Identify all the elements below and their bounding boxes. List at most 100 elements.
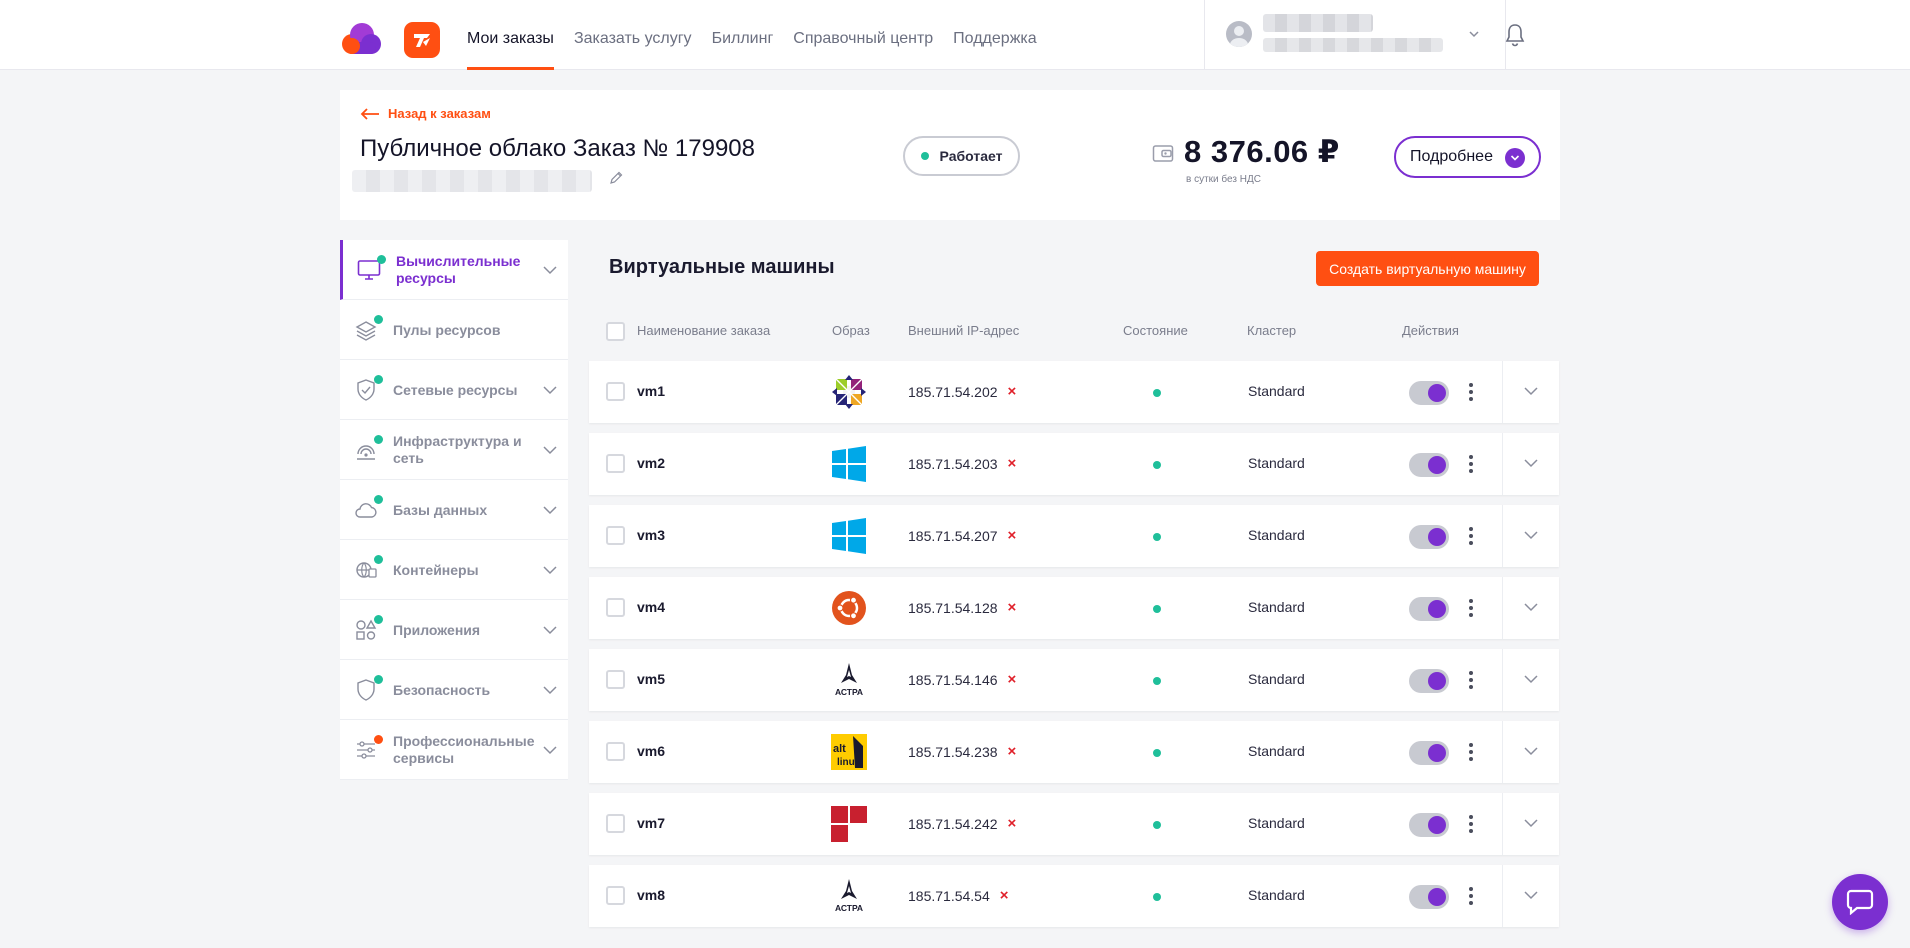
remove-ip-icon[interactable]: × bbox=[1008, 455, 1017, 472]
details-button[interactable]: Подробнее bbox=[1394, 136, 1541, 178]
chevron-down-icon[interactable] bbox=[1523, 889, 1539, 901]
vm-name[interactable]: vm2 bbox=[637, 455, 665, 471]
table-row[interactable]: vm5 АСТРА 185.71.54.146 × Standard bbox=[589, 649, 1559, 711]
table-row[interactable]: vm7 185.71.54.242 × Standard bbox=[589, 793, 1559, 855]
table-row[interactable]: vm1 185.71.54.202 × Standard bbox=[589, 361, 1559, 423]
table-row[interactable]: vm3 185.71.54.207 × Standard bbox=[589, 505, 1559, 567]
chevron-down-icon[interactable] bbox=[542, 684, 558, 696]
chevron-down-icon[interactable] bbox=[542, 384, 558, 396]
more-vertical-icon[interactable] bbox=[1466, 885, 1476, 907]
ip-value: 185.71.54.202 bbox=[908, 383, 998, 400]
vm-name[interactable]: vm8 bbox=[637, 887, 665, 903]
chevron-down-icon[interactable] bbox=[542, 504, 558, 516]
sidebar-item-resource-pools[interactable]: Пулы ресурсов bbox=[340, 300, 568, 360]
more-vertical-icon[interactable] bbox=[1466, 453, 1476, 475]
column-header-name[interactable]: Наименование заказа bbox=[637, 323, 770, 338]
power-toggle[interactable] bbox=[1409, 597, 1449, 621]
sidebar-item-compute[interactable]: Вычислительные ресурсы bbox=[340, 240, 568, 300]
status-dot-icon bbox=[374, 735, 383, 744]
remove-ip-icon[interactable]: × bbox=[1008, 383, 1017, 400]
nav-help-center[interactable]: Справочный центр bbox=[793, 0, 933, 70]
user-menu[interactable] bbox=[1204, 0, 1506, 70]
nav-support[interactable]: Поддержка bbox=[953, 0, 1036, 70]
row-checkbox[interactable] bbox=[606, 382, 625, 401]
pencil-icon[interactable] bbox=[608, 170, 624, 186]
more-vertical-icon[interactable] bbox=[1466, 597, 1476, 619]
sidebar-item-infrastructure[interactable]: Инфраструктура и сеть bbox=[340, 420, 568, 480]
remove-ip-icon[interactable]: × bbox=[1008, 599, 1017, 616]
power-toggle[interactable] bbox=[1409, 813, 1449, 837]
chevron-down-icon[interactable] bbox=[1523, 745, 1539, 757]
select-all-checkbox[interactable] bbox=[606, 322, 625, 341]
table-row[interactable]: vm2 185.71.54.203 × Standard bbox=[589, 433, 1559, 495]
row-checkbox[interactable] bbox=[606, 742, 625, 761]
sidebar-item-applications[interactable]: Приложения bbox=[340, 600, 568, 660]
row-checkbox[interactable] bbox=[606, 598, 625, 617]
table-row[interactable]: vm8 АСТРА 185.71.54.54 × Standard bbox=[589, 865, 1559, 927]
vm-name[interactable]: vm4 bbox=[637, 599, 665, 615]
table-row[interactable]: vm4 185.71.54.128 × Standard bbox=[589, 577, 1559, 639]
ip-address: 185.71.54.54 × bbox=[908, 887, 1009, 904]
remove-ip-icon[interactable]: × bbox=[1008, 671, 1017, 688]
row-checkbox[interactable] bbox=[606, 526, 625, 545]
remove-ip-icon[interactable]: × bbox=[1000, 887, 1009, 904]
power-toggle[interactable] bbox=[1409, 741, 1449, 765]
chevron-down-icon[interactable] bbox=[542, 624, 558, 636]
cluster-name: Standard bbox=[1248, 887, 1305, 903]
vm-name[interactable]: vm3 bbox=[637, 527, 665, 543]
chevron-down-icon[interactable] bbox=[542, 744, 558, 756]
more-vertical-icon[interactable] bbox=[1466, 525, 1476, 547]
table-row[interactable]: vm6 alt linux 185.71.54.238 × Standard bbox=[589, 721, 1559, 783]
chevron-down-icon[interactable] bbox=[1523, 457, 1539, 469]
power-toggle[interactable] bbox=[1409, 525, 1449, 549]
vm-name[interactable]: vm5 bbox=[637, 671, 665, 687]
column-header-actions: Действия bbox=[1402, 323, 1459, 338]
power-toggle[interactable] bbox=[1409, 453, 1449, 477]
vm-name[interactable]: vm7 bbox=[637, 815, 665, 831]
section-title: Виртуальные машины bbox=[609, 256, 835, 278]
chevron-down-icon[interactable] bbox=[1468, 28, 1480, 40]
remove-ip-icon[interactable]: × bbox=[1008, 815, 1017, 832]
sidebar-item-security[interactable]: Безопасность bbox=[340, 660, 568, 720]
row-checkbox[interactable] bbox=[606, 814, 625, 833]
sidebar-item-databases[interactable]: Базы данных bbox=[340, 480, 568, 540]
top-navigation: Мои заказы Заказать услугу Биллинг Справ… bbox=[0, 0, 1910, 70]
bell-icon[interactable] bbox=[1503, 22, 1527, 48]
more-vertical-icon[interactable] bbox=[1466, 669, 1476, 691]
chevron-down-icon[interactable] bbox=[542, 444, 558, 456]
chevron-down-icon[interactable] bbox=[1523, 601, 1539, 613]
vm-name[interactable]: vm1 bbox=[637, 383, 665, 399]
chevron-down-icon[interactable] bbox=[1523, 673, 1539, 685]
power-toggle[interactable] bbox=[1409, 885, 1449, 909]
sidebar-item-network-resources[interactable]: Сетевые ресурсы bbox=[340, 360, 568, 420]
sidebar-item-professional-services[interactable]: Профессиональные сервисы bbox=[340, 720, 568, 780]
svg-text:alt: alt bbox=[833, 743, 846, 755]
more-vertical-icon[interactable] bbox=[1466, 813, 1476, 835]
chevron-down-icon[interactable] bbox=[1523, 385, 1539, 397]
create-vm-button[interactable]: Создать виртуальную машину bbox=[1316, 251, 1539, 286]
more-vertical-icon[interactable] bbox=[1466, 381, 1476, 403]
avatar bbox=[1226, 21, 1252, 47]
more-vertical-icon[interactable] bbox=[1466, 741, 1476, 763]
chevron-down-icon[interactable] bbox=[1523, 529, 1539, 541]
nav-my-orders[interactable]: Мои заказы bbox=[467, 0, 554, 70]
power-toggle[interactable] bbox=[1409, 381, 1449, 405]
ip-address: 185.71.54.203 × bbox=[908, 455, 1016, 472]
brand-logo-icon[interactable] bbox=[404, 22, 440, 58]
nav-order-service[interactable]: Заказать услугу bbox=[574, 0, 692, 70]
cloud-logo-icon[interactable] bbox=[340, 22, 382, 56]
chevron-down-icon[interactable] bbox=[542, 264, 558, 276]
row-checkbox[interactable] bbox=[606, 454, 625, 473]
sidebar-item-containers[interactable]: Контейнеры bbox=[340, 540, 568, 600]
row-checkbox[interactable] bbox=[606, 886, 625, 905]
power-toggle[interactable] bbox=[1409, 669, 1449, 693]
chat-button[interactable] bbox=[1832, 874, 1888, 930]
back-to-orders-link[interactable]: Назад к заказам bbox=[360, 106, 491, 121]
vm-name[interactable]: vm6 bbox=[637, 743, 665, 759]
row-checkbox[interactable] bbox=[606, 670, 625, 689]
chevron-down-icon[interactable] bbox=[542, 564, 558, 576]
nav-billing[interactable]: Биллинг bbox=[712, 0, 774, 70]
remove-ip-icon[interactable]: × bbox=[1008, 527, 1017, 544]
remove-ip-icon[interactable]: × bbox=[1008, 743, 1017, 760]
chevron-down-icon[interactable] bbox=[1523, 817, 1539, 829]
